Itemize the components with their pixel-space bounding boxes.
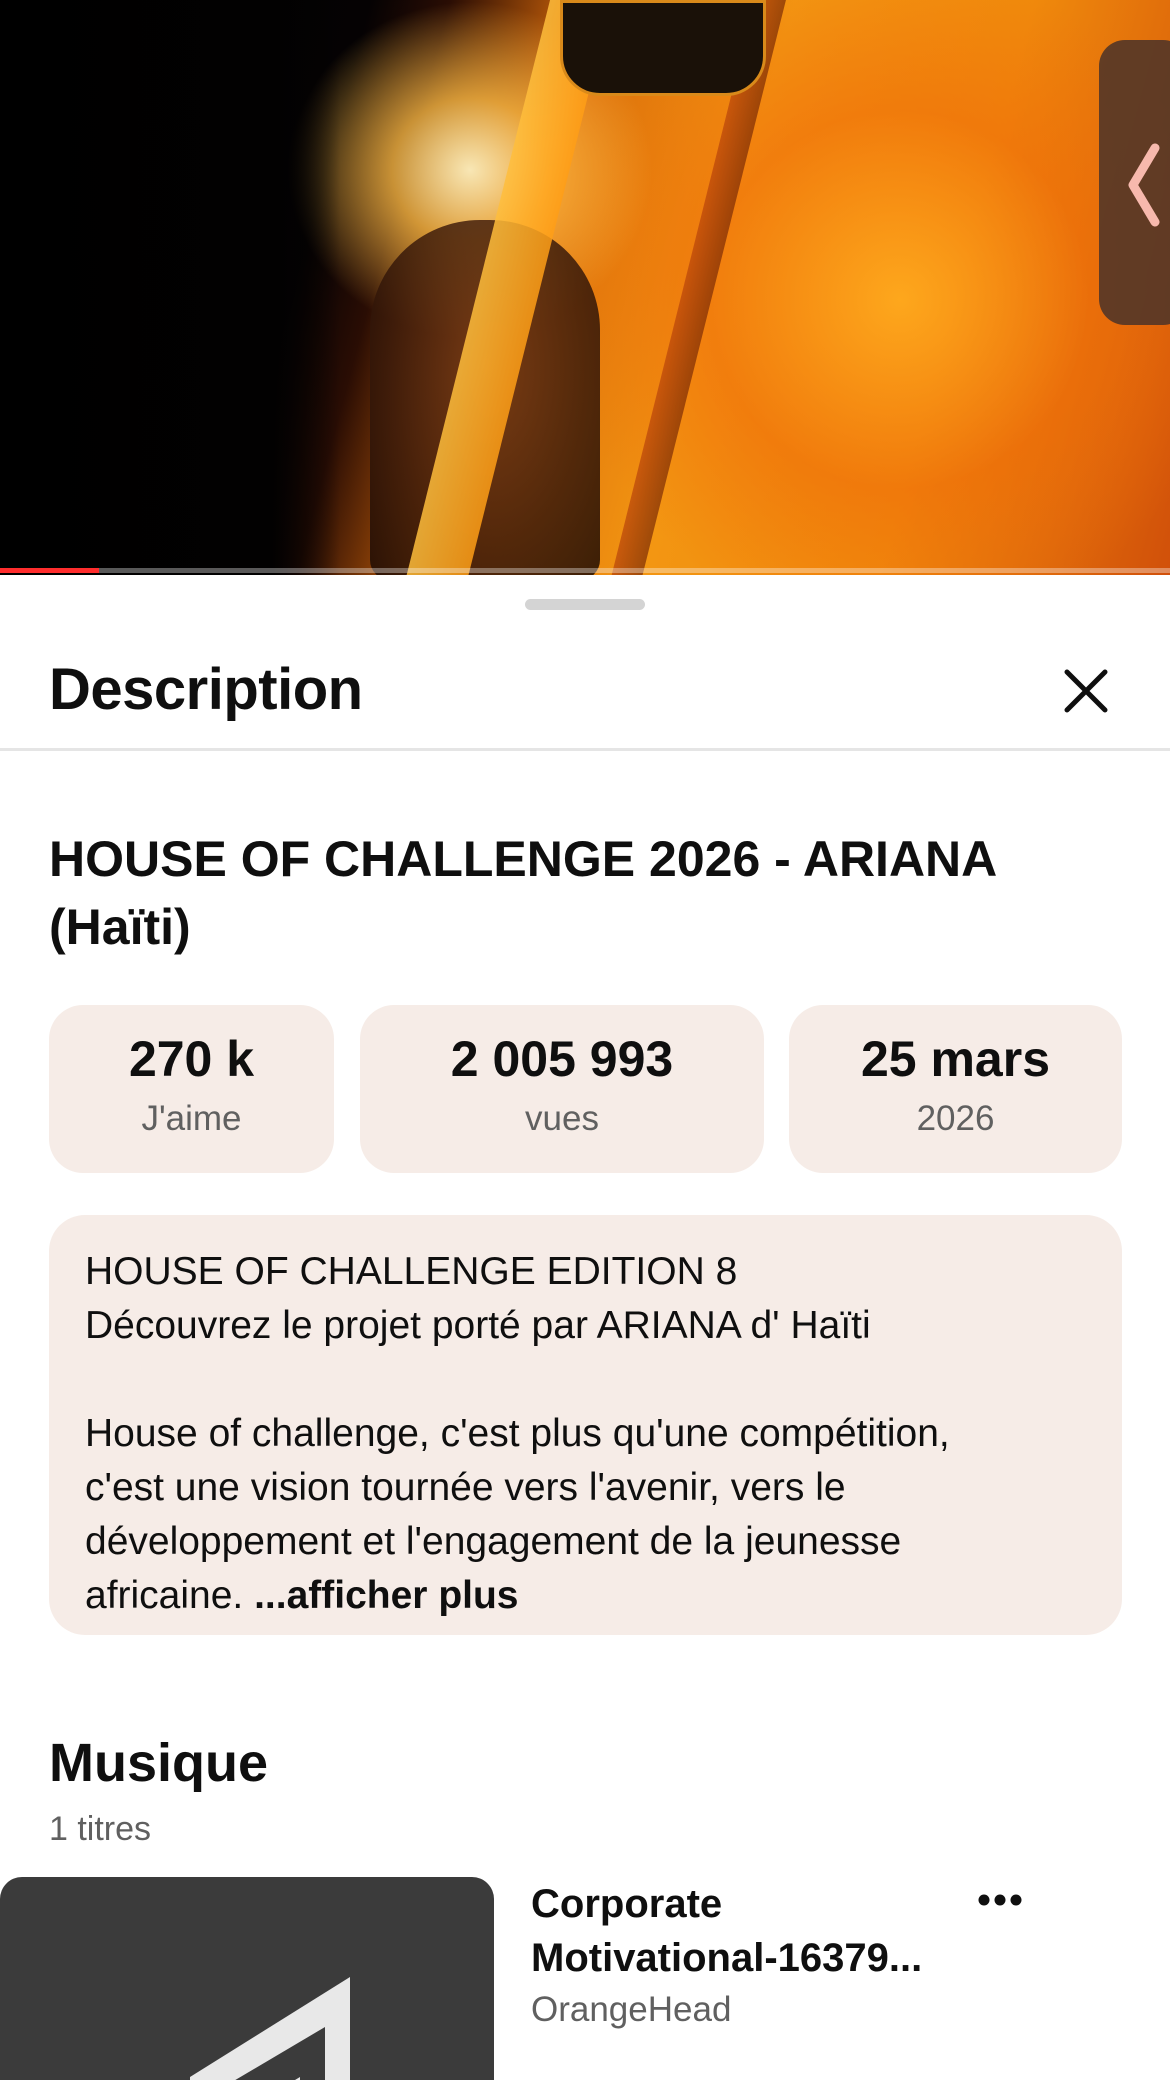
likes-stat: 270 k J'aime bbox=[49, 1005, 334, 1173]
views-count: 2 005 993 bbox=[450, 1031, 674, 1087]
date-stat: 25 mars 2026 bbox=[789, 1005, 1122, 1173]
music-note-icon bbox=[190, 1977, 350, 2080]
show-more-link[interactable]: ...afficher plus bbox=[254, 1574, 518, 1617]
publish-date: 25 mars bbox=[860, 1031, 1051, 1087]
track-title-line: Corporate bbox=[531, 1882, 723, 1926]
video-frame-shadow bbox=[0, 0, 340, 575]
likes-label: J'aime bbox=[141, 1099, 242, 1138]
description-line: c'est une vision tournée vers l'avenir, … bbox=[85, 1466, 846, 1509]
video-player[interactable] bbox=[0, 0, 1170, 575]
more-horizontal-icon bbox=[978, 1894, 1022, 1906]
publish-year: 2026 bbox=[916, 1099, 995, 1138]
video-frame-headset bbox=[560, 0, 766, 96]
sheet-title: Description bbox=[49, 657, 363, 722]
music-track-count: 1 titres bbox=[49, 1810, 152, 1848]
description-line: Découvrez le projet porté par ARIANA d' … bbox=[85, 1304, 871, 1347]
description-last-line: africaine. ...afficher plus bbox=[85, 1569, 1095, 1623]
views-stat: 2 005 993 vues bbox=[360, 1005, 764, 1173]
track-title-line: Motivational-16379... bbox=[531, 1936, 923, 1980]
description-line: House of challenge, c'est plus qu'une co… bbox=[85, 1412, 950, 1455]
likes-count: 270 k bbox=[128, 1031, 255, 1087]
track-thumbnail[interactable] bbox=[0, 1877, 494, 2080]
side-panel-tab[interactable] bbox=[1099, 40, 1170, 325]
description-text: HOUSE OF CHALLENGE EDITION 8 Découvrez l… bbox=[85, 1245, 1095, 1623]
description-box[interactable]: HOUSE OF CHALLENGE EDITION 8 Découvrez l… bbox=[49, 1215, 1122, 1635]
description-spacer bbox=[85, 1353, 1095, 1407]
chevron-left-icon bbox=[1128, 143, 1160, 227]
track-title[interactable]: Corporate Motivational-16379... bbox=[531, 1877, 971, 1985]
description-line: développement et l'engagement de la jeun… bbox=[85, 1520, 902, 1563]
sheet-header: Description bbox=[0, 635, 1170, 751]
description-line: HOUSE OF CHALLENGE EDITION 8 bbox=[85, 1250, 738, 1293]
description-sheet: Description HOUSE OF CHALLENGE 2026 - AR… bbox=[0, 575, 1170, 2080]
music-section-title: Musique bbox=[49, 1733, 269, 1793]
video-progress-bar[interactable] bbox=[0, 568, 1170, 573]
close-icon bbox=[1064, 669, 1108, 713]
video-progress-fill bbox=[0, 568, 100, 573]
close-button[interactable] bbox=[1050, 655, 1122, 727]
description-line-text: africaine. bbox=[85, 1574, 255, 1617]
sheet-drag-handle[interactable] bbox=[525, 599, 645, 610]
views-label: vues bbox=[525, 1099, 599, 1138]
video-title: HOUSE OF CHALLENGE 2026 - ARIANA (Haïti) bbox=[49, 831, 996, 955]
track-more-button[interactable] bbox=[970, 1875, 1030, 1925]
track-artist: OrangeHead bbox=[531, 1990, 732, 2029]
